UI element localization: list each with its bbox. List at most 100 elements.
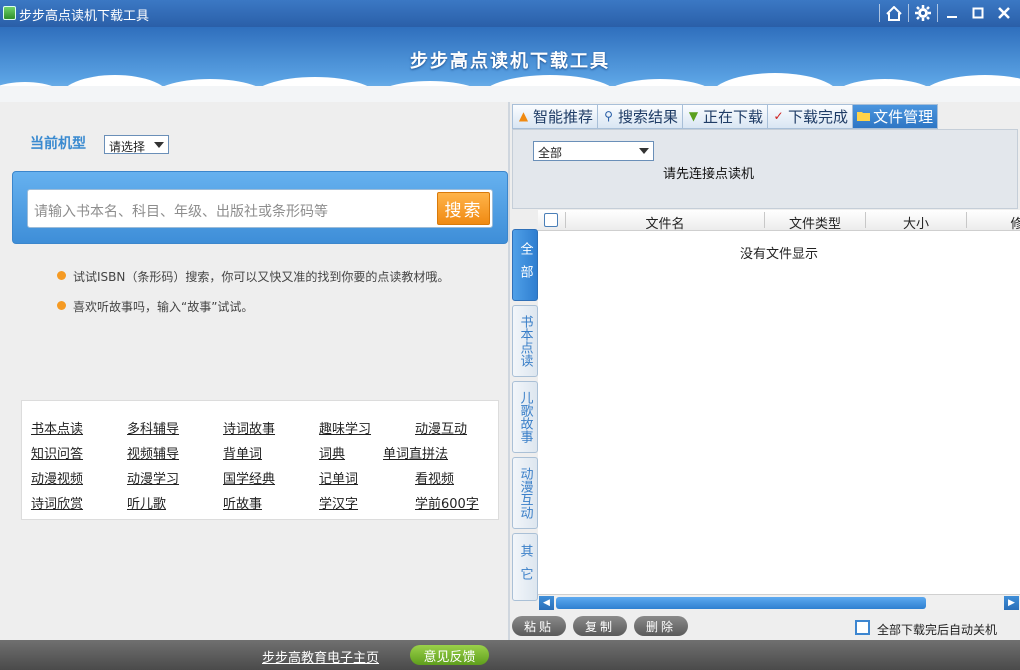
window-controls: [879, 2, 1016, 24]
tab-downloading[interactable]: ▼ 正在下载: [682, 104, 769, 129]
category-link[interactable]: 单词直拼法: [383, 443, 448, 462]
category-link[interactable]: 听故事: [223, 493, 262, 512]
sidebar-item-other[interactable]: 其它: [512, 533, 538, 601]
category-link[interactable]: 诗词欣赏: [31, 493, 83, 512]
tab-file-management[interactable]: 文件管理: [852, 104, 939, 129]
tab-download-complete[interactable]: ✓ 下载完成: [767, 104, 854, 129]
tip-item: 喜欢听故事吗，输入“故事”试试。: [57, 298, 449, 328]
file-table: 文件名 文件类型 大小 修 没有文件显示: [538, 210, 1020, 610]
file-filter-value: 全部: [538, 146, 563, 160]
divider: [937, 4, 938, 22]
sidebar-item-label: 其它: [517, 544, 533, 590]
category-link[interactable]: 听儿歌: [127, 493, 166, 512]
home-icon[interactable]: [882, 2, 906, 24]
magnifier-icon: ⚲: [604, 109, 613, 123]
bullet-dot-icon: [57, 301, 66, 310]
column-header-filetype[interactable]: 文件类型: [765, 213, 865, 232]
horizontal-scrollbar[interactable]: ◀ ▶: [538, 594, 1020, 610]
tab-search-results[interactable]: ⚲ 搜索结果: [597, 104, 684, 129]
sidebar-item-book-reading[interactable]: 书本点读: [512, 305, 538, 377]
tab-label: 智能推荐: [533, 108, 594, 126]
tip-item: 试试ISBN（条形码）搜索，你可以又快又准的找到你要的点读教材哦。: [57, 268, 449, 298]
select-all-checkbox[interactable]: [544, 213, 558, 227]
tip-text: 喜欢听故事吗，输入“故事”试试。: [73, 300, 254, 314]
homepage-link[interactable]: 步步高教育电子主页: [262, 647, 379, 666]
scroll-right-icon[interactable]: ▶: [1004, 596, 1019, 610]
auto-shutdown-label: 全部下载完后自动关机: [877, 623, 998, 637]
category-links-panel: 书本点读 多科辅导 诗词故事 趣味学习 动漫互动 知识问答 视频辅导 背单词 词…: [21, 400, 499, 520]
minimize-icon[interactable]: [940, 2, 964, 24]
sidebar-item-label: 儿歌故事: [517, 391, 533, 443]
category-link[interactable]: 词典: [319, 443, 345, 462]
category-link[interactable]: 学前600字: [415, 493, 479, 512]
sidebar-item-label: 书本点读: [517, 315, 533, 367]
column-header-size[interactable]: 大小: [866, 213, 966, 232]
search-panel: 请输入书本名、科目、年级、出版社或条形码等 搜索: [12, 171, 508, 244]
cloud-band: [0, 86, 1020, 102]
scrollbar-thumb[interactable]: [556, 597, 926, 609]
tab-label: 搜索结果: [618, 108, 679, 126]
right-panel: ▲ 智能推荐 ⚲ 搜索结果 ▼ 正在下载 ✓ 下载完成 文件管理 全部 请先连接…: [510, 102, 1020, 640]
category-link[interactable]: 动漫视频: [31, 468, 83, 487]
window-title: 步步高点读机下载工具: [19, 9, 150, 24]
delete-button[interactable]: 删除: [634, 616, 688, 636]
tab-label: 下载完成: [788, 108, 849, 126]
paste-button[interactable]: 粘贴: [512, 616, 566, 636]
current-model-label: 当前机型: [30, 136, 86, 152]
bullet-dot-icon: [57, 271, 66, 280]
category-link[interactable]: 国学经典: [223, 468, 275, 487]
close-icon[interactable]: [992, 2, 1016, 24]
file-management-toolbar: 全部 请先连接点读机: [512, 129, 1018, 209]
column-header-filename[interactable]: 文件名: [566, 213, 764, 232]
checkmark-icon: ✓: [773, 109, 784, 123]
divider: [879, 4, 880, 22]
category-link[interactable]: 记单词: [319, 468, 358, 487]
banner-title: 步步高点读机下载工具: [410, 51, 610, 72]
auto-shutdown-checkbox[interactable]: [855, 620, 870, 635]
download-arrow-icon: ▼: [688, 109, 699, 123]
copy-button[interactable]: 复制: [573, 616, 627, 636]
maximize-icon[interactable]: [966, 2, 990, 24]
category-link[interactable]: 看视频: [415, 468, 454, 487]
model-select[interactable]: 请选择: [104, 135, 169, 154]
file-filter-select[interactable]: 全部: [533, 141, 654, 161]
model-select-value: 请选择: [109, 140, 146, 154]
tip-text: 试试ISBN（条形码）搜索，你可以又快又准的找到你要的点读教材哦。: [73, 270, 450, 284]
feedback-button[interactable]: 意见反馈: [410, 645, 489, 665]
category-link[interactable]: 诗词故事: [223, 418, 275, 437]
category-link[interactable]: 书本点读: [31, 418, 83, 437]
category-link[interactable]: 多科辅导: [127, 418, 179, 437]
tab-label: 文件管理: [873, 108, 934, 126]
sidebar-item-label: 动漫互动: [517, 467, 533, 519]
scroll-left-icon[interactable]: ◀: [539, 596, 554, 610]
connect-message: 请先连接点读机: [663, 167, 755, 182]
sidebar-item-all[interactable]: 全部: [512, 229, 538, 301]
title-bar: 步步高点读机下载工具: [0, 0, 1020, 27]
search-placeholder: 请输入书本名、科目、年级、出版社或条形码等: [34, 204, 328, 220]
tab-recommend[interactable]: ▲ 智能推荐: [512, 104, 599, 129]
divider: [908, 4, 909, 22]
category-link[interactable]: 知识问答: [31, 443, 83, 462]
category-link[interactable]: 趣味学习: [319, 418, 371, 437]
category-link[interactable]: 视频辅导: [127, 443, 179, 462]
search-input[interactable]: 请输入书本名、科目、年级、出版社或条形码等 搜索: [27, 189, 493, 228]
search-button[interactable]: 搜索: [437, 192, 490, 225]
chevron-down-icon: [154, 142, 164, 148]
sidebar-item-songs-stories[interactable]: 儿歌故事: [512, 381, 538, 453]
footer-bar: 步步高教育电子主页 意见反馈: [0, 640, 1020, 670]
tab-label: 正在下载: [703, 108, 764, 126]
category-link[interactable]: 动漫互动: [415, 418, 467, 437]
category-link[interactable]: 学汉字: [319, 493, 358, 512]
category-link[interactable]: 背单词: [223, 443, 262, 462]
tab-bar: ▲ 智能推荐 ⚲ 搜索结果 ▼ 正在下载 ✓ 下载完成 文件管理: [512, 104, 939, 129]
tips-list: 试试ISBN（条形码）搜索，你可以又快又准的找到你要的点读教材哦。 喜欢听故事吗…: [57, 268, 449, 328]
gear-icon[interactable]: [911, 2, 935, 24]
empty-message: 没有文件显示: [739, 247, 818, 262]
category-link[interactable]: 动漫学习: [127, 468, 179, 487]
chevron-down-icon: [639, 148, 649, 154]
table-header: 文件名 文件类型 大小 修: [538, 210, 1020, 232]
column-header-modified[interactable]: 修: [967, 213, 1020, 232]
sidebar-item-animation[interactable]: 动漫互动: [512, 457, 538, 529]
folder-icon: [857, 110, 871, 123]
flame-icon: ▲: [518, 109, 529, 123]
